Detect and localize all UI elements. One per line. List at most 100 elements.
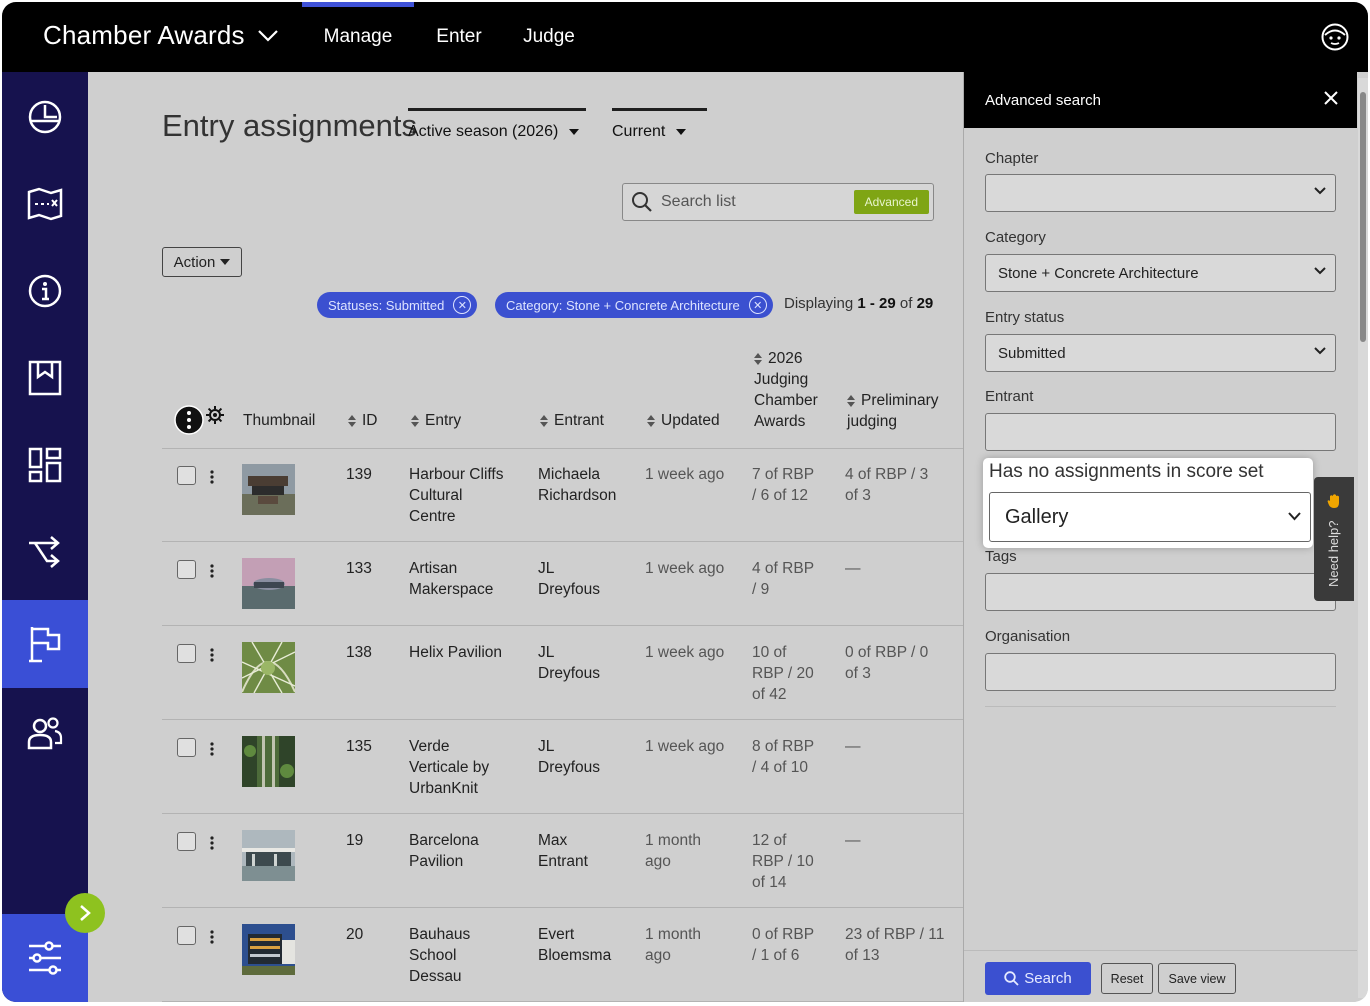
remove-chip-icon[interactable]: ✕ [453, 296, 472, 314]
row-menu-icon[interactable] [210, 648, 220, 667]
nav-judge[interactable]: Judge [510, 2, 588, 72]
entry-thumbnail[interactable] [241, 641, 296, 694]
preliminary-progress: 0 of RBP / 0 of 3 [845, 644, 929, 682]
entry-name[interactable]: Harbour Cliffs Cultural Centre [409, 464, 503, 527]
panel-header: Advanced search [964, 72, 1357, 128]
judging-progress: 0 of RBP/ 1 of 6 [752, 926, 815, 964]
nav-enter[interactable]: Enter [422, 2, 496, 72]
reset-button[interactable]: Reset [1101, 963, 1153, 994]
save-view-button[interactable]: Save view [1158, 963, 1236, 994]
col-entrant[interactable]: Entrant [540, 410, 604, 431]
sort-icon [754, 352, 762, 365]
sidebar-item-map[interactable] [2, 161, 88, 247]
organisation-input[interactable] [985, 653, 1336, 691]
row-menu-icon[interactable] [210, 742, 220, 761]
search-list-input[interactable]: Search list Advanced [622, 183, 934, 221]
table-row[interactable]: 20 Bauhaus School Dessau Evert Bloemsma 1 mont… [162, 908, 963, 1002]
row-checkbox[interactable] [177, 926, 196, 945]
tags-input[interactable] [985, 573, 1336, 611]
row-checkbox[interactable] [177, 644, 196, 663]
entry-name[interactable]: Verde Verticale by UrbanKnit [409, 736, 489, 799]
entrant-name: Evert Bloemsma [538, 926, 612, 964]
entrant-input[interactable] [985, 413, 1336, 451]
status-select[interactable]: Submitted [985, 334, 1336, 372]
row-checkbox[interactable] [177, 832, 196, 851]
preliminary-progress: — [845, 560, 861, 577]
category-select[interactable]: Stone + Concrete Architecture [985, 254, 1336, 292]
table-row[interactable]: 133 Artisan Makerspace JL Dreyfous 1 week ago… [162, 542, 963, 626]
entry-id: 135 [346, 738, 372, 755]
remove-chip-icon[interactable]: ✕ [748, 296, 767, 314]
search-icon [632, 192, 652, 212]
action-button[interactable]: Action [162, 247, 242, 277]
nav-manage[interactable]: Manage [302, 2, 414, 72]
panel-divider [985, 706, 1336, 707]
bookmark-icon [28, 360, 62, 396]
panel-scrollbar[interactable] [1358, 78, 1368, 998]
row-checkbox[interactable] [177, 738, 196, 757]
table-row[interactable]: 19 Barcelona Pavilion Max Entrant 1 month ago 1… [162, 814, 963, 908]
entry-id: 19 [346, 832, 364, 849]
chevron-down-icon [1314, 267, 1326, 275]
sidebar-item-grid[interactable] [2, 422, 88, 508]
row-menu-icon[interactable] [210, 564, 220, 583]
sidebar-item-users[interactable] [2, 690, 88, 776]
sidebar-item-shuffle[interactable] [2, 509, 88, 595]
column-options[interactable] [174, 403, 230, 442]
sidebar-item-info[interactable] [2, 248, 88, 334]
page-title: Entry assignments [162, 108, 417, 143]
row-menu-icon[interactable] [210, 836, 220, 855]
table-row[interactable]: 139 Harbour Cliffs Cultural Centre Michaela R… [162, 448, 963, 542]
row-checkbox[interactable] [177, 560, 196, 579]
col-id[interactable]: ID [348, 410, 378, 431]
table-row[interactable]: 135 Verde Verticale by UrbanKnit JL Dreyfous 1… [162, 720, 963, 814]
sidebar-item-entries[interactable] [2, 600, 88, 688]
user-avatar-icon[interactable] [1320, 22, 1350, 57]
search-button[interactable]: Search [985, 962, 1091, 995]
app-switcher[interactable]: Chamber Awards [43, 20, 279, 51]
chapter-select[interactable] [985, 174, 1336, 212]
filter-chip-status[interactable]: Statuses: Submitted ✕ [317, 292, 478, 318]
info-icon [28, 274, 62, 308]
entry-name[interactable]: Barcelona Pavilion [409, 830, 479, 872]
entry-thumbnail[interactable] [242, 924, 295, 975]
filter-chip-category[interactable]: Category: Stone + Concrete Architecture … [495, 292, 773, 318]
sidebar-expand-button[interactable] [65, 893, 105, 933]
row-menu-icon[interactable] [210, 470, 220, 489]
row-menu-icon[interactable] [210, 930, 220, 949]
entry-name[interactable]: Bauhaus School Dessau [409, 924, 470, 987]
season-dropdown[interactable]: Active season (2026) [408, 108, 586, 141]
status-label: Entry status [985, 309, 1065, 326]
close-icon[interactable] [1323, 90, 1339, 106]
entry-id: 133 [346, 560, 372, 577]
settings-sliders-icon [29, 941, 61, 975]
advanced-search-button[interactable]: Advanced [853, 190, 929, 214]
dashboard-gauge-icon [28, 100, 62, 134]
entry-name[interactable]: Helix Pavilion [409, 642, 502, 663]
table-row[interactable]: 138 Helix Pavilion JL Dreyfous 1 week ago 10 … [162, 626, 963, 720]
need-help-tab[interactable]: Need help? [1314, 477, 1354, 601]
entry-name[interactable]: Artisan Makerspace [409, 558, 493, 600]
sidebar-item-dashboard[interactable] [2, 74, 88, 160]
chevron-down-icon [1314, 347, 1326, 355]
entry-thumbnail[interactable] [242, 736, 295, 787]
preliminary-progress: 4 of RBP / 3 of 3 [845, 466, 929, 504]
judging-progress: 12 of RBP / 10 of 14 [752, 832, 814, 891]
scrollbar-thumb[interactable] [1360, 92, 1366, 342]
sidebar-item-bookmarks[interactable] [2, 335, 88, 421]
col-updated[interactable]: Updated [647, 410, 720, 431]
sort-icon [411, 414, 419, 427]
search-placeholder: Search list [661, 193, 736, 210]
row-checkbox[interactable] [177, 466, 196, 485]
col-judging[interactable]: 2026 Judging Chamber Awards [754, 348, 818, 432]
score-set-select[interactable]: Gallery [989, 492, 1311, 542]
entry-thumbnail[interactable] [242, 464, 295, 515]
entry-thumbnail[interactable] [242, 830, 295, 881]
entry-thumbnail[interactable] [242, 558, 295, 609]
chevron-right-icon [80, 905, 91, 921]
view-dropdown[interactable]: Current [612, 108, 707, 141]
map-icon [27, 187, 63, 221]
app-window: Chamber Awards Manage Enter Judge Entry … [2, 2, 1368, 1002]
col-preliminary[interactable]: Preliminary judging [847, 390, 939, 432]
col-entry[interactable]: Entry [411, 410, 461, 431]
